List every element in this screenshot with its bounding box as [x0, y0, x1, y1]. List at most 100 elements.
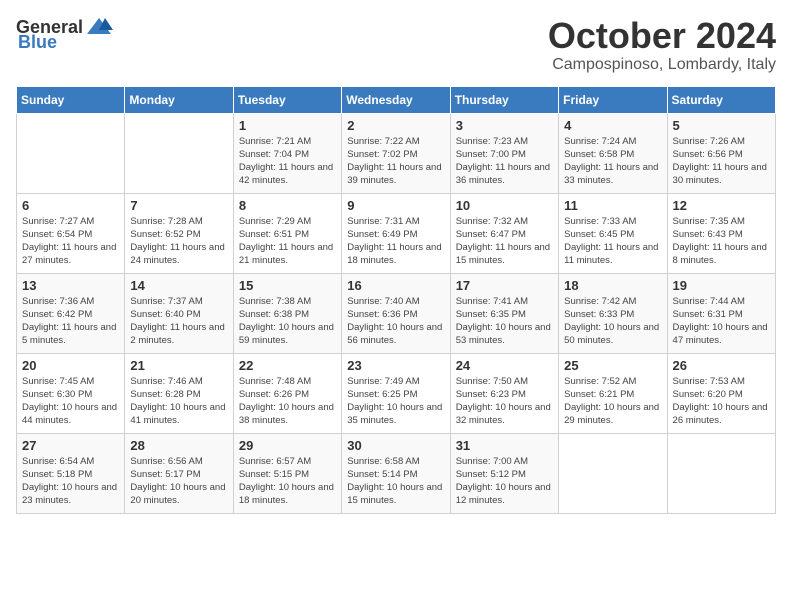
calendar-cell: 14 Sunrise: 7:37 AMSunset: 6:40 PMDayligh… [125, 273, 233, 353]
day-info: Sunrise: 7:36 AMSunset: 6:42 PMDaylight:… [22, 295, 119, 348]
day-info: Sunrise: 7:52 AMSunset: 6:21 PMDaylight:… [564, 375, 661, 428]
calendar-cell: 3Sunrise: 7:23 AMSunset: 7:00 PMDaylight… [450, 113, 558, 193]
day-info: Sunrise: 7:50 AMSunset: 6:23 PMDaylight:… [456, 375, 553, 428]
calendar-cell: 22 Sunrise: 7:48 AMSunset: 6:26 PMDayligh… [233, 353, 341, 433]
day-number: 30 [347, 438, 444, 453]
calendar-cell: 10 Sunrise: 7:32 AMSunset: 6:47 PMDayligh… [450, 193, 558, 273]
day-number: 8 [239, 198, 336, 213]
day-number: 13 [22, 278, 119, 293]
day-info: Sunrise: 7:35 AMSunset: 6:43 PMDaylight:… [673, 215, 770, 268]
day-info: Sunrise: 7:46 AMSunset: 6:28 PMDaylight:… [130, 375, 227, 428]
day-info: Sunrise: 7:33 AMSunset: 6:45 PMDaylight:… [564, 215, 661, 268]
day-number: 1 [239, 118, 336, 133]
day-info: Sunrise: 7:21 AMSunset: 7:04 PMDaylight:… [239, 135, 336, 188]
calendar-cell: 18 Sunrise: 7:42 AMSunset: 6:33 PMDayligh… [559, 273, 667, 353]
calendar-cell: 19 Sunrise: 7:44 AMSunset: 6:31 PMDayligh… [667, 273, 775, 353]
day-info: Sunrise: 7:29 AMSunset: 6:51 PMDaylight:… [239, 215, 336, 268]
header-thursday: Thursday [450, 86, 558, 113]
day-number: 22 [239, 358, 336, 373]
day-number: 4 [564, 118, 661, 133]
calendar-cell: 24 Sunrise: 7:50 AMSunset: 6:23 PMDayligh… [450, 353, 558, 433]
day-info: Sunrise: 6:58 AMSunset: 5:14 PMDaylight:… [347, 455, 444, 508]
day-info: Sunrise: 7:44 AMSunset: 6:31 PMDaylight:… [673, 295, 770, 348]
day-info: Sunrise: 7:24 AMSunset: 6:58 PMDaylight:… [564, 135, 661, 188]
calendar-table: SundayMondayTuesdayWednesdayThursdayFrid… [16, 86, 776, 514]
day-number: 21 [130, 358, 227, 373]
calendar-cell: 4 Sunrise: 7:24 AMSunset: 6:58 PMDaylight… [559, 113, 667, 193]
calendar-cell: 28Sunrise: 6:56 AMSunset: 5:17 PMDayligh… [125, 433, 233, 513]
calendar-cell [17, 113, 125, 193]
day-info: Sunrise: 7:41 AMSunset: 6:35 PMDaylight:… [456, 295, 553, 348]
day-info: Sunrise: 7:32 AMSunset: 6:47 PMDaylight:… [456, 215, 553, 268]
calendar-cell: 20 Sunrise: 7:45 AMSunset: 6:30 PMDayligh… [17, 353, 125, 433]
day-info: Sunrise: 7:38 AMSunset: 6:38 PMDaylight:… [239, 295, 336, 348]
day-number: 24 [456, 358, 553, 373]
day-number: 14 [130, 278, 227, 293]
day-info: Sunrise: 7:48 AMSunset: 6:26 PMDaylight:… [239, 375, 336, 428]
calendar-cell: 13 Sunrise: 7:36 AMSunset: 6:42 PMDayligh… [17, 273, 125, 353]
day-info: Sunrise: 7:31 AMSunset: 6:49 PMDaylight:… [347, 215, 444, 268]
day-number: 9 [347, 198, 444, 213]
day-info: Sunrise: 6:54 AMSunset: 5:18 PMDaylight:… [22, 455, 119, 508]
calendar-week-3: 13 Sunrise: 7:36 AMSunset: 6:42 PMDayligh… [17, 273, 776, 353]
day-number: 11 [564, 198, 661, 213]
day-number: 27 [22, 438, 119, 453]
day-info: Sunrise: 6:56 AMSunset: 5:17 PMDaylight:… [130, 455, 227, 508]
day-number: 15 [239, 278, 336, 293]
day-number: 16 [347, 278, 444, 293]
day-info: Sunrise: 7:37 AMSunset: 6:40 PMDaylight:… [130, 295, 227, 348]
calendar-cell: 23 Sunrise: 7:49 AMSunset: 6:25 PMDayligh… [342, 353, 450, 433]
calendar-cell: 6Sunrise: 7:27 AMSunset: 6:54 PMDaylight… [17, 193, 125, 273]
day-info: Sunrise: 7:27 AMSunset: 6:54 PMDaylight:… [22, 215, 119, 268]
header-wednesday: Wednesday [342, 86, 450, 113]
day-number: 19 [673, 278, 770, 293]
logo-blue: Blue [18, 32, 57, 53]
day-info: Sunrise: 7:23 AMSunset: 7:00 PMDaylight:… [456, 135, 553, 188]
day-number: 10 [456, 198, 553, 213]
day-info: Sunrise: 6:57 AMSunset: 5:15 PMDaylight:… [239, 455, 336, 508]
day-number: 23 [347, 358, 444, 373]
day-number: 26 [673, 358, 770, 373]
day-number: 20 [22, 358, 119, 373]
calendar-cell: 5Sunrise: 7:26 AMSunset: 6:56 PMDaylight… [667, 113, 775, 193]
header-monday: Monday [125, 86, 233, 113]
calendar-week-1: 1 Sunrise: 7:21 AMSunset: 7:04 PMDaylight… [17, 113, 776, 193]
day-info: Sunrise: 7:00 AMSunset: 5:12 PMDaylight:… [456, 455, 553, 508]
day-info: Sunrise: 7:42 AMSunset: 6:33 PMDaylight:… [564, 295, 661, 348]
calendar-cell: 7 Sunrise: 7:28 AMSunset: 6:52 PMDaylight… [125, 193, 233, 273]
calendar-week-5: 27 Sunrise: 6:54 AMSunset: 5:18 PMDayligh… [17, 433, 776, 513]
day-info: Sunrise: 7:28 AMSunset: 6:52 PMDaylight:… [130, 215, 227, 268]
calendar-cell: 29 Sunrise: 6:57 AMSunset: 5:15 PMDayligh… [233, 433, 341, 513]
location-title: Campospinoso, Lombardy, Italy [548, 56, 776, 74]
calendar-week-2: 6Sunrise: 7:27 AMSunset: 6:54 PMDaylight… [17, 193, 776, 273]
day-number: 18 [564, 278, 661, 293]
day-number: 29 [239, 438, 336, 453]
logo-icon [85, 16, 113, 38]
calendar-cell [125, 113, 233, 193]
header-saturday: Saturday [667, 86, 775, 113]
day-number: 7 [130, 198, 227, 213]
calendar-cell: 9 Sunrise: 7:31 AMSunset: 6:49 PMDaylight… [342, 193, 450, 273]
calendar-cell: 31 Sunrise: 7:00 AMSunset: 5:12 PMDayligh… [450, 433, 558, 513]
day-number: 12 [673, 198, 770, 213]
calendar-cell: 25Sunrise: 7:52 AMSunset: 6:21 PMDayligh… [559, 353, 667, 433]
calendar-week-4: 20 Sunrise: 7:45 AMSunset: 6:30 PMDayligh… [17, 353, 776, 433]
day-info: Sunrise: 7:45 AMSunset: 6:30 PMDaylight:… [22, 375, 119, 428]
calendar-cell [667, 433, 775, 513]
calendar-cell: 27 Sunrise: 6:54 AMSunset: 5:18 PMDayligh… [17, 433, 125, 513]
day-info: Sunrise: 7:49 AMSunset: 6:25 PMDaylight:… [347, 375, 444, 428]
day-info: Sunrise: 7:53 AMSunset: 6:20 PMDaylight:… [673, 375, 770, 428]
calendar-cell: 1 Sunrise: 7:21 AMSunset: 7:04 PMDaylight… [233, 113, 341, 193]
header-sunday: Sunday [17, 86, 125, 113]
calendar-cell: 12 Sunrise: 7:35 AMSunset: 6:43 PMDayligh… [667, 193, 775, 273]
day-number: 5 [673, 118, 770, 133]
day-number: 31 [456, 438, 553, 453]
logo: General Blue [16, 16, 113, 53]
header-tuesday: Tuesday [233, 86, 341, 113]
calendar-cell: 26 Sunrise: 7:53 AMSunset: 6:20 PMDayligh… [667, 353, 775, 433]
calendar-cell: 15 Sunrise: 7:38 AMSunset: 6:38 PMDayligh… [233, 273, 341, 353]
month-title: October 2024 [548, 16, 776, 56]
title-block: October 2024 Campospinoso, Lombardy, Ita… [548, 16, 776, 74]
calendar-cell: 17Sunrise: 7:41 AMSunset: 6:35 PMDayligh… [450, 273, 558, 353]
day-info: Sunrise: 7:22 AMSunset: 7:02 PMDaylight:… [347, 135, 444, 188]
